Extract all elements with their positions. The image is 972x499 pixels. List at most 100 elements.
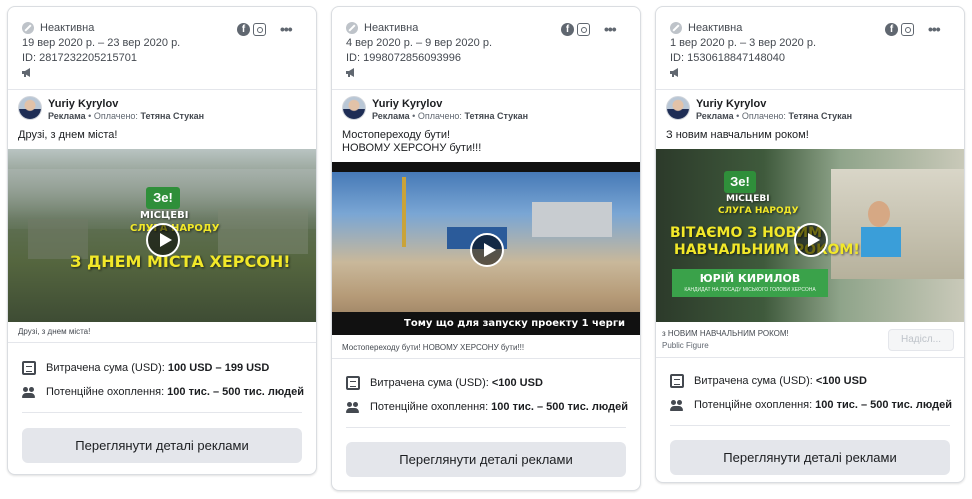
paid-label: • Оплачено:	[85, 111, 141, 121]
classroom-bg	[831, 169, 964, 279]
ad-video[interactable]: Тому що для запуску проекту 1 черги	[332, 162, 640, 335]
ad-video[interactable]: Зе! МІСЦЕВІ СЛУГА НАРОДУ З ДНЕМ МІСТА ХЕ…	[8, 149, 316, 322]
ad-video[interactable]: Зе! МІСЦЕВІ СЛУГА НАРОДУ ВІТАЄМО З НОВИМ…	[656, 149, 964, 322]
page-name[interactable]: Yuriy Kyrylov	[48, 98, 118, 110]
reach-label: Потенційне охоплення:	[46, 386, 165, 398]
reach-label: Потенційне охоплення:	[694, 399, 813, 411]
reach-row: Потенційне охоплення: 100 тис. – 500 тис…	[670, 398, 952, 412]
thumb-line1: МІСЦЕВІ	[726, 194, 770, 204]
status-row: Неактивна	[22, 21, 94, 35]
send-message-button[interactable]: Надісл...	[888, 329, 954, 351]
divider	[22, 412, 302, 413]
sponsored-label: Реклама	[48, 111, 86, 121]
spend-value: <100 USD	[815, 375, 867, 387]
people-icon	[22, 385, 36, 399]
thumb-subtitle: Тому що для запуску проекту 1 черги	[404, 318, 626, 329]
crane	[402, 177, 406, 247]
sponsor-line: Реклама • Оплачено: Тетяна Стукан	[372, 111, 528, 121]
page-name[interactable]: Yuriy Kyrylov	[372, 98, 442, 110]
facebook-icon: f	[237, 23, 250, 36]
more-options-icon[interactable]: •••	[928, 21, 941, 37]
payer-name: Тетяна Стукан	[788, 111, 853, 121]
people-icon	[346, 400, 360, 414]
ad-id: ID: 1530618847148040	[670, 52, 785, 64]
ad-id: ID: 2817232205215701	[22, 52, 137, 64]
reach-value: 100 тис. – 500 тис. людей	[815, 399, 953, 411]
ad-text: Мостопереходу бути! НОВОМУ ХЕРСОНУ бути!…	[342, 129, 482, 154]
instagram-icon	[577, 23, 590, 36]
spend-row: Витрачена сума (USD): <100 USD	[346, 376, 543, 390]
play-icon[interactable]	[470, 233, 504, 267]
thumb-line1: МІСЦЕВІ	[140, 210, 189, 221]
inactive-circle-icon	[670, 22, 682, 34]
document-icon	[346, 376, 360, 390]
paid-label: • Оплачено:	[409, 111, 465, 121]
letterbox-top	[332, 162, 640, 172]
view-ad-details-button[interactable]: Переглянути деталі реклами	[346, 442, 626, 477]
avatar[interactable]	[18, 96, 42, 120]
party-logo: Зе!	[146, 187, 180, 209]
megaphone-icon	[670, 68, 678, 77]
ad-text: З новим навчальним роком!	[666, 129, 809, 141]
view-ad-details-button[interactable]: Переглянути деталі реклами	[22, 428, 302, 463]
payer-name: Тетяна Стукан	[140, 111, 205, 121]
party-logo: Зе!	[724, 171, 756, 193]
banner-subtitle: КАНДИДАТ НА ПОСАДУ МІСЬКОГО ГОЛОВИ ХЕРСО…	[684, 287, 816, 293]
ad-text: Друзі, з днем міста!	[18, 129, 118, 141]
divider	[346, 427, 626, 428]
ad-dates: 1 вер 2020 р. – 3 вер 2020 р.	[670, 37, 817, 49]
media-caption: Мостопереходу бути! НОВОМУ ХЕРСОНУ бути!…	[342, 343, 525, 352]
status-label: Неактивна	[688, 22, 743, 34]
building	[532, 202, 612, 237]
media-caption: з НОВИМ НАВЧАЛЬНИМ РОКОМ!	[662, 329, 789, 338]
megaphone-icon	[22, 68, 30, 77]
spend-row: Витрачена сума (USD): <100 USD	[670, 374, 867, 388]
status-label: Неактивна	[40, 22, 95, 34]
reach-row: Потенційне охоплення: 100 тис. – 500 тис…	[346, 400, 628, 414]
reach-row: Потенційне охоплення: 100 тис. – 500 тис…	[22, 385, 304, 399]
sponsor-line: Реклама • Оплачено: Тетяна Стукан	[48, 111, 204, 121]
media-caption-sub: Public Figure	[662, 341, 709, 350]
play-icon[interactable]	[794, 223, 828, 257]
platforms: f	[237, 23, 266, 36]
reach-value: 100 тис. – 500 тис. людей	[491, 401, 629, 413]
ad-card-1: Неактивна f ••• 19 вер 2020 р. – 23 вер …	[7, 6, 317, 475]
status-label: Неактивна	[364, 22, 419, 34]
reach-label: Потенційне охоплення:	[370, 401, 489, 413]
people-icon	[670, 398, 684, 412]
status-row: Неактивна	[670, 21, 742, 35]
platforms: f	[561, 23, 590, 36]
spend-label: Витрачена сума (USD):	[694, 375, 813, 387]
thumb-line2: СЛУГА НАРОДУ	[718, 206, 799, 216]
ad-dates: 4 вер 2020 р. – 9 вер 2020 р.	[346, 37, 493, 49]
avatar[interactable]	[342, 96, 366, 120]
reach-value: 100 тис. – 500 тис. людей	[167, 386, 305, 398]
city-block	[218, 209, 308, 254]
divider	[332, 89, 640, 90]
page-name[interactable]: Yuriy Kyrylov	[696, 98, 766, 110]
instagram-icon	[901, 23, 914, 36]
spend-value: <100 USD	[491, 377, 543, 389]
child-figure	[868, 201, 890, 227]
play-icon[interactable]	[146, 223, 180, 257]
avatar[interactable]	[666, 96, 690, 120]
banner-name: ЮРІЙ КИРИЛОВ	[699, 272, 801, 285]
ad-id: ID: 1998072856093996	[346, 52, 461, 64]
facebook-icon: f	[561, 23, 574, 36]
instagram-icon	[253, 23, 266, 36]
inactive-circle-icon	[22, 22, 34, 34]
divider	[332, 358, 640, 359]
divider	[670, 425, 950, 426]
spend-label: Витрачена сума (USD):	[46, 362, 165, 374]
document-icon	[22, 361, 36, 375]
status-row: Неактивна	[346, 21, 418, 35]
more-options-icon[interactable]: •••	[604, 21, 617, 37]
child-figure	[861, 227, 901, 257]
spend-label: Витрачена сума (USD):	[370, 377, 489, 389]
more-options-icon[interactable]: •••	[280, 21, 293, 37]
view-ad-details-button[interactable]: Переглянути деталі реклами	[670, 440, 950, 475]
megaphone-icon	[346, 68, 354, 77]
spend-row: Витрачена сума (USD): 100 USD – 199 USD	[22, 361, 269, 375]
document-icon	[670, 374, 684, 388]
spend-value: 100 USD – 199 USD	[167, 362, 270, 374]
